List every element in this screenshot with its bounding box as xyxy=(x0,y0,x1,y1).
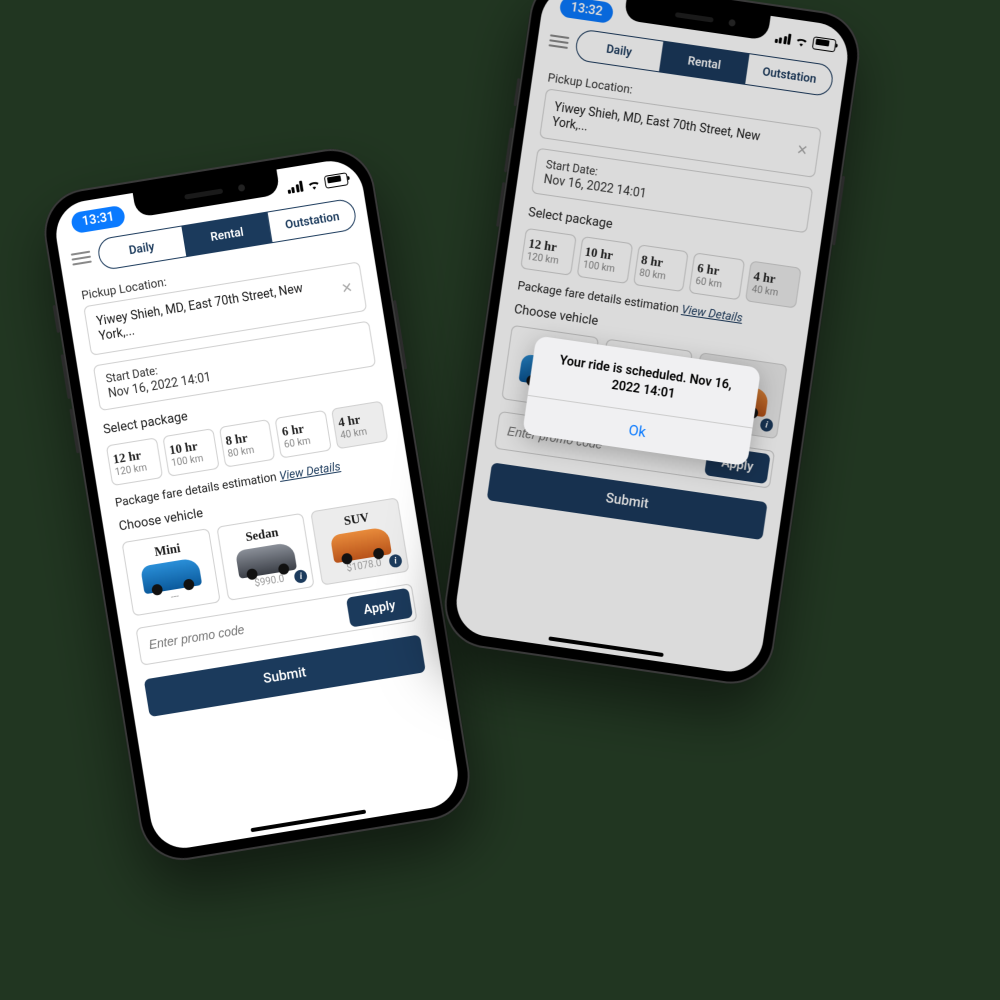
apply-button[interactable]: Apply xyxy=(346,588,413,628)
apply-button[interactable]: Apply xyxy=(704,445,770,484)
submit-button[interactable]: Submit xyxy=(144,634,426,717)
view-details-link[interactable]: View Details xyxy=(681,302,744,325)
vehicle-mini[interactable]: Mini--- xyxy=(121,528,220,616)
phone-left: 13:31 Daily Rental Outstation Pickup Loc… xyxy=(38,142,476,866)
signal-icon xyxy=(286,180,304,193)
package-12hr[interactable]: 12 hr120 km xyxy=(106,437,163,486)
car-icon xyxy=(708,381,769,417)
menu-icon[interactable] xyxy=(71,251,92,266)
vehicle-suv[interactable]: SUV$1078.0 i xyxy=(690,352,787,439)
package-8hr[interactable]: 8 hr80 km xyxy=(218,419,275,468)
car-icon xyxy=(140,557,202,594)
status-time: 13:31 xyxy=(70,204,126,233)
tab-daily[interactable]: Daily xyxy=(97,227,186,270)
phone-right: 13:32 Daily Rental Outstation Pickup Loc… xyxy=(439,0,865,689)
signal-icon xyxy=(774,31,791,44)
vehicle-sedan[interactable]: Sedan$990.0 i xyxy=(216,513,315,601)
package-4hr[interactable]: 4 hr40 km xyxy=(331,401,388,450)
tab-outstation[interactable]: Outstation xyxy=(744,54,833,96)
home-indicator xyxy=(251,810,367,833)
package-10hr[interactable]: 10 hr100 km xyxy=(162,428,219,477)
vehicle-suv[interactable]: SUV$1078.0 i xyxy=(311,497,410,585)
package-4hr[interactable]: 4 hr40 km xyxy=(745,261,801,309)
package-6hr[interactable]: 6 hr60 km xyxy=(689,252,745,300)
battery-icon xyxy=(812,36,837,52)
tab-rental[interactable]: Rental xyxy=(181,213,271,257)
clear-icon[interactable]: ✕ xyxy=(795,143,808,158)
info-icon[interactable]: i xyxy=(759,418,773,433)
info-icon[interactable]: i xyxy=(665,404,679,419)
clear-icon[interactable]: ✕ xyxy=(340,281,353,297)
wifi-icon xyxy=(794,34,810,47)
package-6hr[interactable]: 6 hr60 km xyxy=(275,410,332,459)
wifi-icon xyxy=(306,177,322,190)
battery-icon xyxy=(324,172,349,189)
view-details-link[interactable]: View Details xyxy=(278,459,341,483)
modal-backdrop xyxy=(452,0,852,676)
